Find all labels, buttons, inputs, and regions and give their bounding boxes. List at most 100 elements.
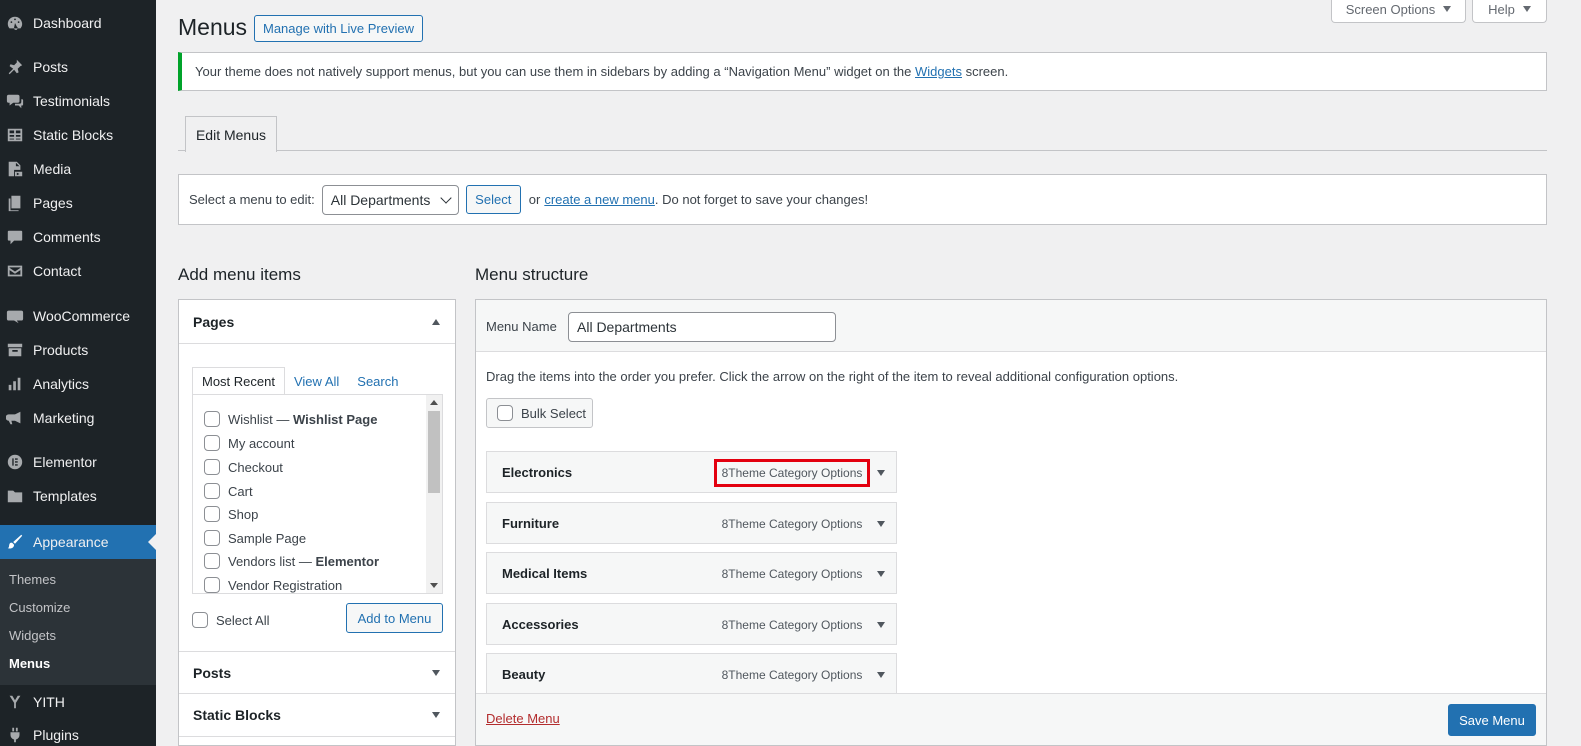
nav-appearance[interactable]: Appearance: [0, 525, 156, 559]
scroll-up-icon[interactable]: [430, 400, 438, 405]
page-item[interactable]: Shop: [204, 506, 258, 522]
page-item[interactable]: Vendor Registration: [204, 577, 342, 593]
create-menu-link[interactable]: create a new menu: [544, 192, 655, 207]
menu-item-beauty[interactable]: Beauty 8Theme Category Options: [486, 653, 897, 695]
select-button[interactable]: Select: [465, 185, 521, 214]
scroll-down-icon[interactable]: [430, 583, 438, 588]
menu-actions-bar: Delete Menu Save Menu: [476, 693, 1546, 745]
nav-woocommerce[interactable]: WooCommerce: [0, 301, 156, 331]
page-item[interactable]: Wishlist — Wishlist Page: [204, 411, 377, 427]
page-title: Menus: [178, 14, 248, 40]
tab-view-all[interactable]: View All: [285, 367, 348, 395]
notice-text-before: Your theme does not natively support men…: [195, 64, 916, 79]
screen-options-label: Screen Options: [1345, 1, 1436, 17]
bulk-select-button[interactable]: Bulk Select: [486, 398, 593, 428]
nav-templates[interactable]: Templates: [0, 481, 156, 511]
chevron-down-icon: [440, 191, 452, 204]
page-checkbox[interactable]: [204, 530, 220, 546]
page-name: Sample Page: [228, 530, 307, 546]
manage-menus-bar: Select a menu to edit: All Departments S…: [178, 174, 1547, 225]
page-checkbox[interactable]: [204, 553, 220, 569]
menu-structure-title: Menu structure: [475, 265, 589, 284]
page-state: Wishlist Page: [293, 411, 378, 427]
nav-static-blocks[interactable]: Static Blocks: [0, 120, 156, 150]
menu-item-electronics[interactable]: Electronics 8Theme Category Options: [486, 451, 897, 493]
pages-tabs: Most Recent View All Search: [192, 367, 407, 395]
live-preview-button[interactable]: Manage with Live Preview: [254, 15, 423, 42]
expand-arrow-icon[interactable]: [877, 521, 885, 527]
appearance-submenu: Themes Customize Widgets Menus: [0, 559, 156, 685]
widgets-link[interactable]: Widgets: [915, 64, 962, 79]
page-item[interactable]: Sample Page: [204, 530, 306, 546]
expand-arrow-icon[interactable]: [877, 622, 885, 628]
page-checkbox[interactable]: [204, 459, 220, 475]
nav-pages[interactable]: Pages: [0, 188, 156, 218]
page-checkbox[interactable]: [204, 506, 220, 522]
nav-label: WooCommerce: [33, 308, 130, 324]
submenu-widgets[interactable]: Widgets: [9, 628, 56, 643]
menu-item-accessories[interactable]: Accessories 8Theme Category Options: [486, 603, 897, 645]
expand-arrow-icon[interactable]: [877, 672, 885, 678]
nav-label: Analytics: [33, 376, 90, 392]
or-text: or: [528, 192, 541, 207]
page-item[interactable]: Vendors list — Elementor: [204, 553, 379, 569]
bar-chart-icon: [5, 374, 25, 394]
page-state: Elementor: [315, 553, 380, 569]
nav-label: Elementor: [33, 454, 97, 470]
save-menu-button[interactable]: Save Menu: [1448, 704, 1536, 736]
page-checkbox[interactable]: [204, 483, 220, 499]
tab-edit-menus[interactable]: Edit Menus: [185, 116, 277, 152]
nav-elementor[interactable]: Elementor: [0, 447, 156, 477]
nav-products[interactable]: Products: [0, 335, 156, 365]
nav-posts[interactable]: Posts: [0, 52, 156, 82]
nav-analytics[interactable]: Analytics: [0, 369, 156, 399]
page-checkbox[interactable]: [204, 411, 220, 427]
list-scrollbar[interactable]: [426, 395, 442, 593]
nav-comments[interactable]: Comments: [0, 222, 156, 252]
menu-item-medical-items[interactable]: Medical Items 8Theme Category Options: [486, 552, 897, 594]
static-blocks-section-header[interactable]: Static Blocks: [179, 694, 455, 737]
screen-options-button[interactable]: Screen Options: [1331, 0, 1466, 23]
page-item[interactable]: My account: [204, 435, 294, 451]
page-checkbox[interactable]: [204, 435, 220, 451]
nav-marketing[interactable]: Marketing: [0, 403, 156, 433]
nav-yith[interactable]: YITH: [0, 687, 156, 717]
nav-plugins[interactable]: Plugins: [0, 720, 156, 746]
envelope-icon: [5, 261, 25, 281]
drag-instructions: Drag the items into the order you prefer…: [486, 369, 1179, 384]
archive-icon: [5, 340, 25, 360]
pages-section-header[interactable]: Pages: [179, 300, 455, 344]
select-all-checkbox[interactable]: [192, 612, 208, 628]
folder-icon: [5, 486, 25, 506]
tab-search[interactable]: Search: [348, 367, 407, 395]
menu-item-title: Electronics: [502, 465, 573, 480]
delete-menu-link[interactable]: Delete Menu: [486, 711, 560, 726]
menu-item-furniture[interactable]: Furniture 8Theme Category Options: [486, 502, 897, 544]
select-all-control[interactable]: Select All: [192, 612, 269, 628]
expand-arrow-icon[interactable]: [877, 470, 885, 476]
nav-contact[interactable]: Contact: [0, 256, 156, 286]
page-checkbox[interactable]: [204, 577, 220, 593]
nav-testimonials[interactable]: Testimonials: [0, 86, 156, 116]
expand-arrow-icon[interactable]: [877, 571, 885, 577]
menu-select-dropdown[interactable]: All Departments: [321, 184, 459, 215]
posts-section-header[interactable]: Posts: [179, 651, 455, 694]
scroll-thumb[interactable]: [428, 411, 440, 493]
add-to-menu-button[interactable]: Add to Menu: [346, 603, 443, 633]
help-button[interactable]: Help: [1472, 0, 1547, 23]
menu-name-input[interactable]: All Departments: [568, 312, 836, 342]
menu-name-label: Menu Name: [486, 319, 557, 334]
menu-item-title: Accessories: [502, 617, 579, 632]
nav-media[interactable]: Media: [0, 154, 156, 184]
submenu-customize[interactable]: Customize: [9, 600, 70, 615]
submenu-menus[interactable]: Menus: [9, 656, 50, 671]
bulk-select-checkbox[interactable]: [497, 405, 513, 421]
menu-item-type: 8Theme Category Options: [721, 567, 863, 581]
tab-most-recent[interactable]: Most Recent: [192, 367, 285, 395]
menu-item-title: Medical Items: [502, 566, 588, 581]
page-item[interactable]: Cart: [204, 483, 253, 499]
submenu-themes[interactable]: Themes: [9, 572, 56, 587]
nav-label: Static Blocks: [33, 127, 114, 143]
nav-dashboard[interactable]: Dashboard: [0, 8, 156, 38]
page-item[interactable]: Checkout: [204, 459, 283, 475]
